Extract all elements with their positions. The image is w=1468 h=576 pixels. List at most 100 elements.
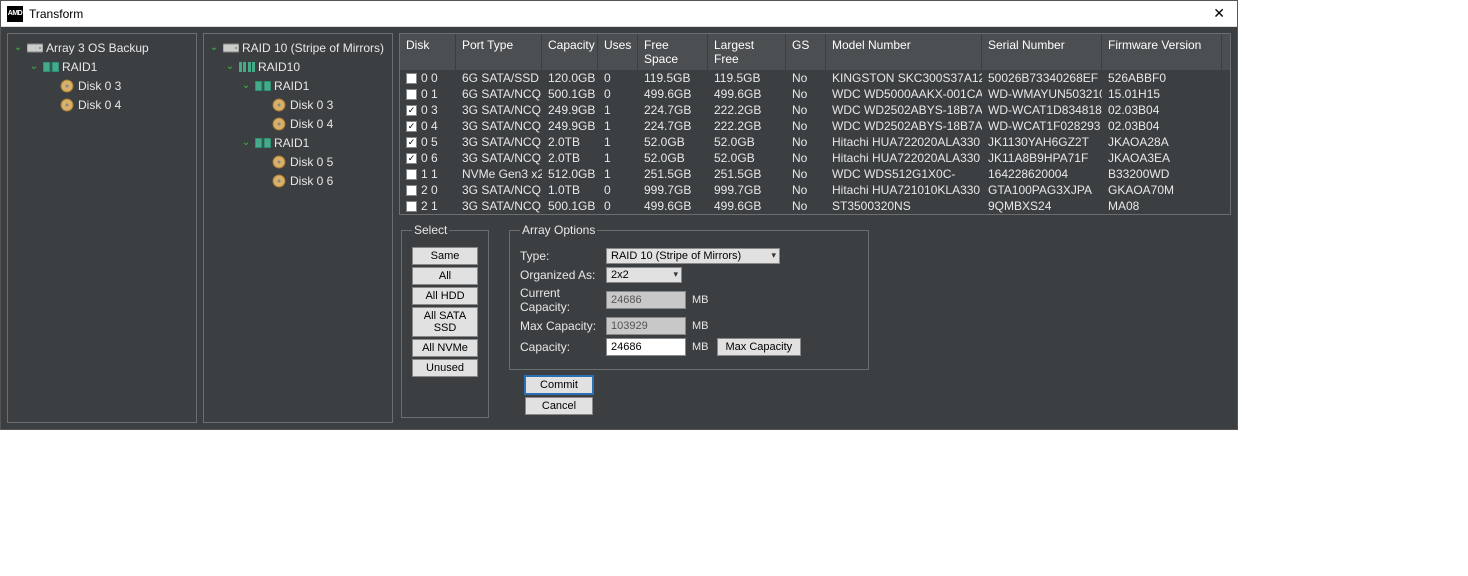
port-cell: 3G SATA/NCQ <box>456 118 542 134</box>
row-checkbox[interactable]: ✓ <box>406 153 417 164</box>
largest-cell: 499.6GB <box>708 86 786 102</box>
tree-item[interactable]: ⌄Disk 0 3 <box>206 95 390 114</box>
table-row[interactable]: ✓0 63G SATA/NCQ2.0TB152.0GB52.0GBNoHitac… <box>400 150 1230 166</box>
gs-cell: No <box>786 166 826 182</box>
gs-cell: No <box>786 182 826 198</box>
col-free[interactable]: Free Space <box>638 34 708 70</box>
col-capacity[interactable]: Capacity <box>542 34 598 70</box>
row-checkbox[interactable]: ✓ <box>406 137 417 148</box>
tree-item[interactable]: ⌄ Array 3 OS Backup <box>10 38 194 57</box>
gs-cell: No <box>786 70 826 86</box>
col-fw[interactable]: Firmware Version <box>1102 34 1222 70</box>
row-checkbox[interactable] <box>406 169 417 180</box>
col-gs[interactable]: GS <box>786 34 826 70</box>
select-all-hdd-button[interactable]: All HDD <box>412 287 478 305</box>
table-row[interactable]: ✓0 33G SATA/NCQ249.9GB1224.7GB222.2GBNoW… <box>400 102 1230 118</box>
mb-unit: MB <box>692 294 709 306</box>
col-uses[interactable]: Uses <box>598 34 638 70</box>
chevron-down-icon[interactable]: ⌄ <box>28 61 40 72</box>
col-port[interactable]: Port Type <box>456 34 542 70</box>
uses-cell: 1 <box>598 102 638 118</box>
select-all-nvme-button[interactable]: All NVMe <box>412 339 478 357</box>
gs-cell: No <box>786 150 826 166</box>
largest-cell: 999.7GB <box>708 182 786 198</box>
table-row[interactable]: 2 13G SATA/NCQ500.1GB0499.6GB499.6GBNoST… <box>400 198 1230 214</box>
max-capacity-button[interactable]: Max Capacity <box>717 338 802 356</box>
row-checkbox[interactable]: ✓ <box>406 105 417 116</box>
port-cell: 6G SATA/NCQ <box>456 86 542 102</box>
row-checkbox[interactable] <box>406 201 417 212</box>
port-cell: 3G SATA/NCQ <box>456 198 542 214</box>
serial-cell: GTA100PAG3XJPA <box>982 182 1102 198</box>
col-model[interactable]: Model Number <box>826 34 982 70</box>
largest-cell: 52.0GB <box>708 134 786 150</box>
disk-id: 0 5 <box>421 135 438 149</box>
col-serial[interactable]: Serial Number <box>982 34 1102 70</box>
close-button[interactable]: ✕ <box>1207 3 1231 24</box>
tree-item[interactable]: ⌄Disk 0 4 <box>10 95 194 114</box>
largest-cell: 499.6GB <box>708 198 786 214</box>
tree-item[interactable]: ⌄RAID1 <box>206 133 390 152</box>
free-cell: 999.7GB <box>638 182 708 198</box>
uses-cell: 1 <box>598 166 638 182</box>
col-largest[interactable]: Largest Free <box>708 34 786 70</box>
chevron-down-icon: ⌄ <box>256 118 268 129</box>
chevron-down-icon: ⌄ <box>256 175 268 186</box>
table-row[interactable]: ✓0 53G SATA/NCQ2.0TB152.0GB52.0GBNoHitac… <box>400 134 1230 150</box>
select-legend: Select <box>412 223 449 237</box>
disk-id: 0 1 <box>421 87 438 101</box>
commit-button[interactable]: Commit <box>525 376 593 394</box>
col-disk[interactable]: Disk <box>400 34 456 70</box>
capacity-cell: 500.1GB <box>542 198 598 214</box>
select-unused-button[interactable]: Unused <box>412 359 478 377</box>
tree-item[interactable]: ⌄RAID1 <box>10 57 194 76</box>
port-cell: 3G SATA/NCQ <box>456 182 542 198</box>
tree-item[interactable]: ⌄RAID10 <box>206 57 390 76</box>
model-cell: Hitachi HUA722020ALA330 <box>826 134 982 150</box>
tree-item[interactable]: ⌄Disk 0 3 <box>10 76 194 95</box>
tree-label: Array 3 OS Backup <box>46 41 149 55</box>
tree-item[interactable]: ⌄Disk 0 4 <box>206 114 390 133</box>
table-header: Disk Port Type Capacity Uses Free Space … <box>400 34 1230 70</box>
disk-cell: ✓ 0 5 <box>400 134 456 150</box>
select-all-button[interactable]: All <box>412 267 478 285</box>
capacity-cell: 2.0TB <box>542 134 598 150</box>
current-capacity-label: Current Capacity: <box>520 286 606 314</box>
row-checkbox[interactable] <box>406 73 417 84</box>
tree-item[interactable]: ⌄Disk 0 5 <box>206 152 390 171</box>
capacity-input[interactable] <box>606 338 686 356</box>
table-row[interactable]: 0 16G SATA/NCQ500.1GB0499.6GB499.6GBNoWD… <box>400 86 1230 102</box>
firmware-cell: JKAOA28A <box>1102 134 1222 150</box>
largest-cell: 251.5GB <box>708 166 786 182</box>
row-checkbox[interactable]: ✓ <box>406 121 417 132</box>
disk-cell: ✓0 6 <box>400 150 456 166</box>
tree-item[interactable]: ⌄Disk 0 6 <box>206 171 390 190</box>
select-same-button[interactable]: Same <box>412 247 478 265</box>
chevron-down-icon[interactable]: ⌄ <box>240 137 252 148</box>
row-checkbox[interactable] <box>406 185 417 196</box>
largest-cell: 222.2GB <box>708 118 786 134</box>
chevron-down-icon[interactable]: ⌄ <box>12 42 24 53</box>
mb-unit: MB <box>692 341 709 353</box>
tree-item[interactable]: ⌄RAID 10 (Stripe of Mirrors) <box>206 38 390 57</box>
tree-item[interactable]: ⌄RAID1 <box>206 76 390 95</box>
capacity-cell: 1.0TB <box>542 182 598 198</box>
model-cell: Hitachi HUA722020ALA330 <box>826 150 982 166</box>
row-checkbox[interactable] <box>406 89 417 100</box>
drive-icon <box>223 42 239 54</box>
organized-as-select[interactable]: 2x2 <box>606 267 682 283</box>
table-row[interactable]: 2 03G SATA/NCQ1.0TB0999.7GB999.7GBNoHita… <box>400 182 1230 198</box>
raid-icon <box>255 80 271 92</box>
type-select[interactable]: RAID 10 (Stripe of Mirrors) <box>606 248 780 264</box>
chevron-down-icon[interactable]: ⌄ <box>224 61 236 72</box>
table-row[interactable]: 0 06G SATA/SSD120.0GB0119.5GB119.5GBNoKI… <box>400 70 1230 86</box>
table-row[interactable]: 1 1NVMe Gen3 x2512.0GB1251.5GB251.5GBNoW… <box>400 166 1230 182</box>
uses-cell: 1 <box>598 150 638 166</box>
gs-cell: No <box>786 198 826 214</box>
cancel-button[interactable]: Cancel <box>525 397 593 415</box>
table-row[interactable]: ✓0 43G SATA/NCQ249.9GB1224.7GB222.2GBNoW… <box>400 118 1230 134</box>
chevron-down-icon[interactable]: ⌄ <box>240 80 252 91</box>
chevron-down-icon[interactable]: ⌄ <box>208 42 220 53</box>
select-all-sata-ssd-button[interactable]: All SATA SSD <box>412 307 478 337</box>
tree-target: ⌄RAID 10 (Stripe of Mirrors)⌄RAID10⌄RAID… <box>203 33 393 423</box>
